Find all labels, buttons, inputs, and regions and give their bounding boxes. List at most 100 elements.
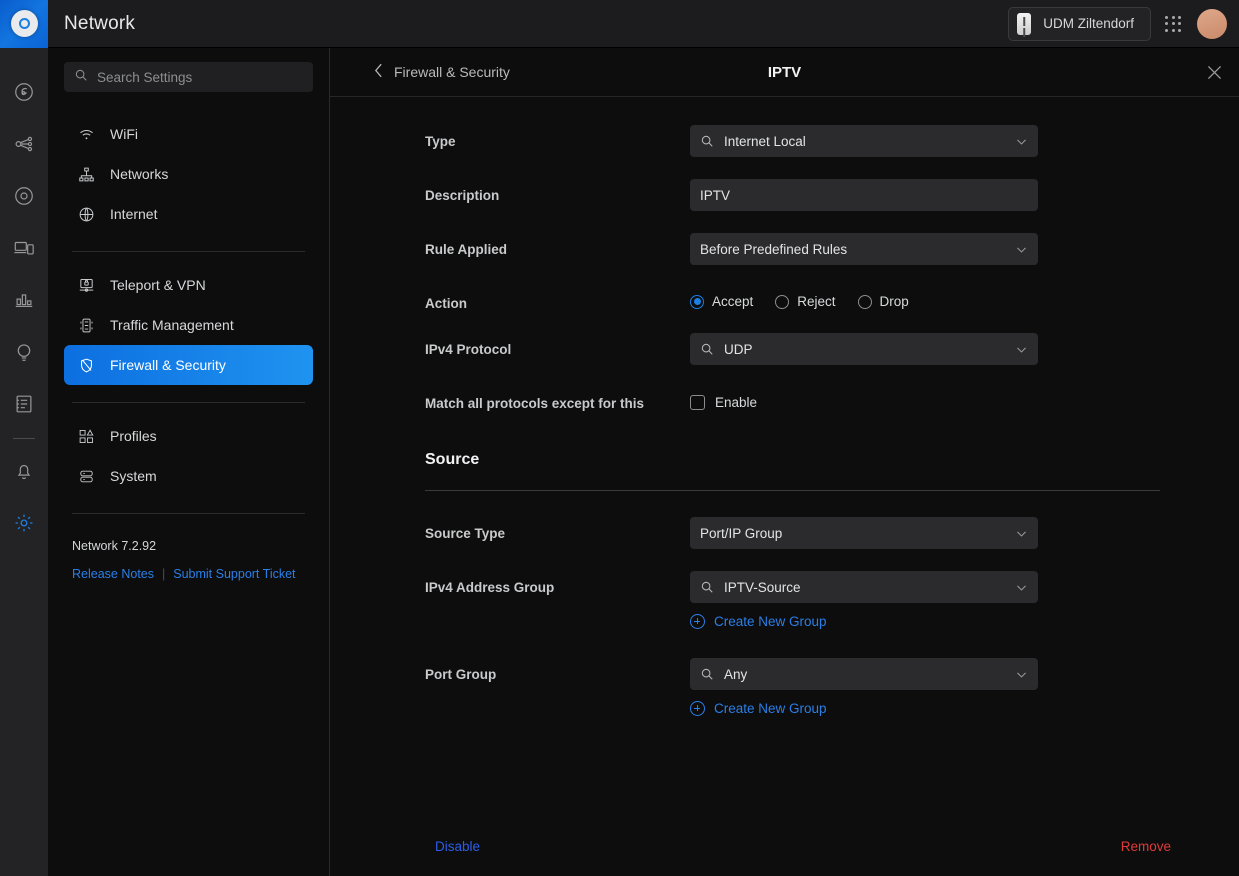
radio-accept[interactable]: Accept [690, 294, 753, 309]
statistics-icon[interactable] [2, 274, 46, 326]
globe-icon [78, 206, 95, 223]
settings-gear-icon[interactable] [2, 497, 46, 549]
action-label: Action [425, 296, 467, 311]
top-bar: Network UDM Ziltendorf [0, 0, 1239, 48]
chevron-down-icon [1015, 343, 1028, 356]
shield-icon [78, 357, 95, 374]
chevron-down-icon [1015, 243, 1028, 256]
sidebar-item-internet[interactable]: Internet [64, 194, 313, 234]
radio-drop[interactable]: Drop [857, 294, 909, 309]
radio-reject[interactable]: Reject [775, 294, 836, 309]
source-type-select[interactable]: Port/IP Group [690, 517, 1038, 549]
chevron-down-icon [1015, 581, 1028, 594]
settings-sidebar: Search Settings WiFi Networks Internet T… [48, 48, 330, 876]
release-notes-link[interactable]: Release Notes [72, 567, 154, 581]
link-separator: | [162, 567, 166, 581]
sidebar-item-label: Teleport & VPN [110, 277, 206, 293]
rule-applied-select[interactable]: Before Predefined Rules [690, 233, 1038, 265]
chevron-down-icon [1015, 527, 1028, 540]
breadcrumb-label: Firewall & Security [394, 64, 510, 80]
row-ipv4-protocol: IPv4 Protocol UDP [330, 333, 1239, 365]
description-input[interactable]: IPTV [690, 179, 1038, 211]
unifi-ap-logo-icon[interactable] [0, 0, 48, 48]
logs-icon[interactable] [2, 378, 46, 430]
device-name-label: UDM Ziltendorf [1043, 16, 1134, 31]
row-type: Type Internet Local [330, 125, 1239, 157]
match-all-except-label: Match all protocols except for this [425, 396, 645, 411]
chevron-left-icon [374, 63, 383, 81]
udm-device-icon [1017, 12, 1032, 35]
type-label: Type [425, 134, 456, 149]
top-bar-right: UDM Ziltendorf [1008, 6, 1239, 41]
port-group-select[interactable]: Any [690, 658, 1038, 690]
nav-group-connectivity: WiFi Networks Internet [64, 114, 313, 238]
sidebar-item-label: Traffic Management [110, 317, 234, 333]
ipv4-protocol-select[interactable]: UDP [690, 333, 1038, 365]
panel-body: Type Internet Local Description IPTV Rul… [330, 97, 1239, 876]
match-all-except-checkbox[interactable]: Enable [690, 387, 1239, 410]
vpn-lock-icon [78, 277, 95, 294]
rule-applied-value: Before Predefined Rules [700, 241, 848, 257]
create-new-group-label: Create New Group [714, 701, 827, 716]
create-new-group-port[interactable]: Create New Group [690, 701, 827, 716]
search-icon [700, 342, 714, 356]
topology-icon[interactable] [2, 118, 46, 170]
dashboard-icon[interactable] [2, 66, 46, 118]
sidebar-footer-links: Release Notes | Submit Support Ticket [72, 567, 305, 581]
source-section-header: Source [330, 451, 1239, 469]
sidebar-item-label: Internet [110, 206, 158, 222]
sidebar-item-label: Profiles [110, 428, 157, 444]
remove-button[interactable]: Remove [1121, 839, 1171, 854]
user-avatar[interactable] [1197, 8, 1227, 39]
close-icon[interactable] [1197, 55, 1231, 89]
sidebar-item-profiles[interactable]: Profiles [64, 416, 313, 456]
client-devices-icon[interactable] [2, 222, 46, 274]
sidebar-divider [72, 513, 305, 514]
ipv4-protocol-value: UDP [724, 341, 753, 357]
device-selector[interactable]: UDM Ziltendorf [1008, 6, 1151, 41]
checkbox-label: Enable [715, 395, 758, 410]
row-rule-applied: Rule Applied Before Predefined Rules [330, 233, 1239, 265]
wifi-icon [78, 126, 95, 143]
sidebar-item-wifi[interactable]: WiFi [64, 114, 313, 154]
sidebar-item-system[interactable]: System [64, 456, 313, 496]
create-new-group-address[interactable]: Create New Group [690, 614, 827, 629]
search-icon [700, 667, 714, 681]
disable-button[interactable]: Disable [435, 839, 480, 854]
ipv4-protocol-label: IPv4 Protocol [425, 342, 512, 357]
port-group-value: Any [724, 666, 748, 682]
nav-group-security: Teleport & VPN Traffic Management Firewa… [64, 265, 313, 389]
network-version-label: Network 7.2.92 [72, 539, 157, 553]
source-type-value: Port/IP Group [700, 525, 783, 541]
insights-icon[interactable] [2, 326, 46, 378]
notifications-bell-icon[interactable] [2, 445, 46, 497]
radio-label: Accept [712, 294, 754, 309]
sidebar-footer: Network 7.2.92 Release Notes | Submit Su… [64, 527, 313, 581]
sidebar-item-teleport-vpn[interactable]: Teleport & VPN [64, 265, 313, 305]
source-section-title: Source [425, 451, 480, 468]
source-type-label: Source Type [425, 526, 506, 541]
type-value: Internet Local [724, 133, 806, 149]
iptv-rule-panel: Firewall & Security IPTV Type Internet L… [330, 48, 1239, 876]
sidebar-item-firewall-security[interactable]: Firewall & Security [64, 345, 313, 385]
apps-grid-icon[interactable] [1165, 15, 1181, 32]
unifi-devices-icon[interactable] [2, 170, 46, 222]
search-settings-input[interactable]: Search Settings [64, 62, 313, 92]
rule-applied-label: Rule Applied [425, 242, 508, 257]
description-value: IPTV [700, 187, 731, 203]
icon-rail [0, 48, 48, 876]
radio-dot-icon [775, 294, 790, 309]
breadcrumb-back[interactable]: Firewall & Security [374, 63, 510, 81]
panel-footer-actions: Disable Remove [330, 839, 1239, 854]
row-port-group: Port Group Any Create New Group [330, 658, 1239, 721]
sidebar-item-networks[interactable]: Networks [64, 154, 313, 194]
ipv4-address-group-select[interactable]: IPTV-Source [690, 571, 1038, 603]
sidebar-divider [72, 402, 305, 403]
sidebar-item-traffic-management[interactable]: Traffic Management [64, 305, 313, 345]
traffic-light-icon [78, 317, 95, 334]
submit-support-ticket-link[interactable]: Submit Support Ticket [173, 567, 295, 581]
system-icon [78, 468, 95, 485]
type-select[interactable]: Internet Local [690, 125, 1038, 157]
ipv4-address-group-label: IPv4 Address Group [425, 580, 555, 595]
row-match-all-except: Match all protocols except for this Enab… [330, 387, 1239, 411]
